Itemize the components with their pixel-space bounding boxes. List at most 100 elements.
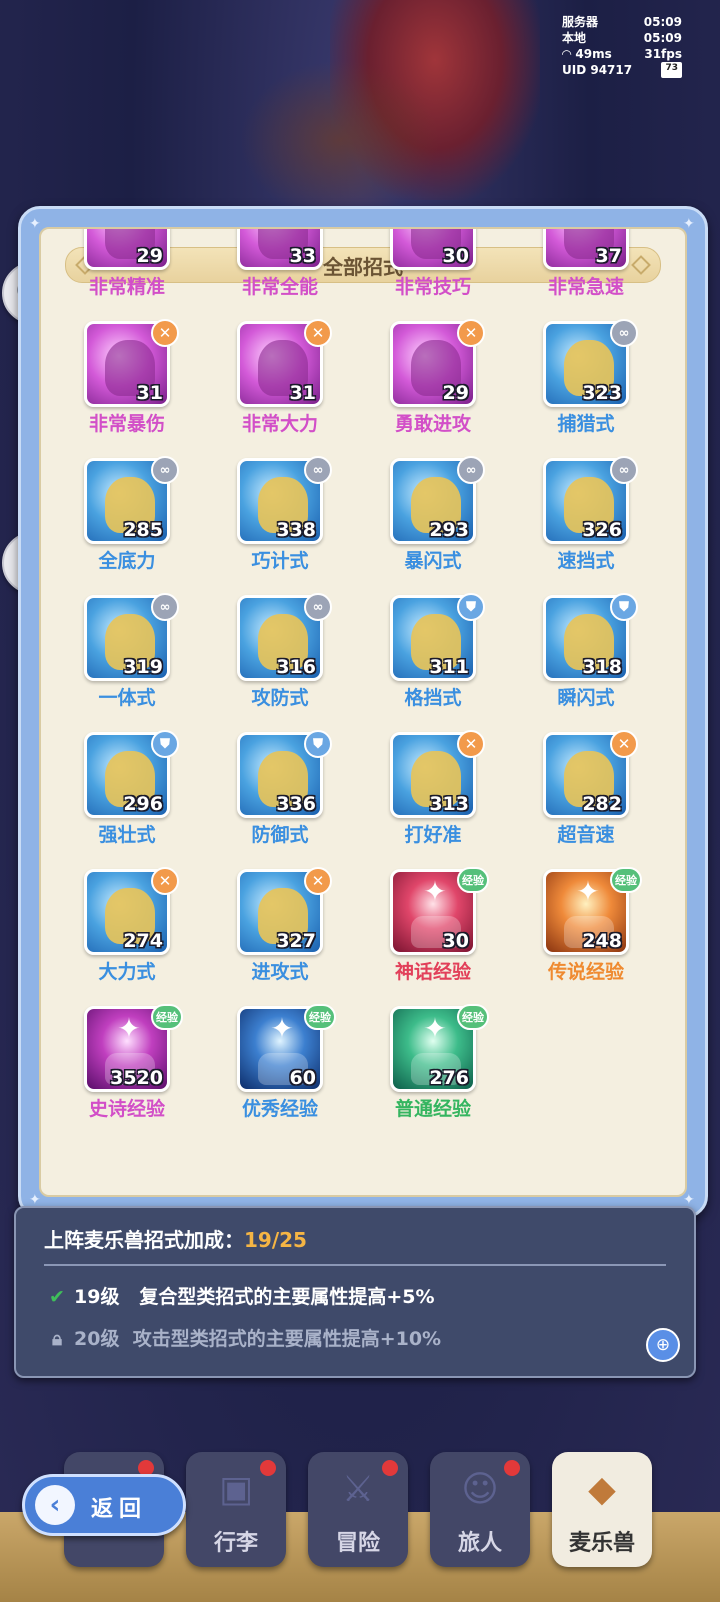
fps-value: 31fps: [644, 47, 682, 61]
move-label: 一体式: [98, 687, 156, 709]
bonus-title: 上阵麦乐兽招式加成：: [44, 1228, 244, 1252]
tab-label: 麦乐兽: [568, 1531, 635, 1556]
exp-tag: 经验: [457, 867, 489, 893]
move-item[interactable]: 31 ✕ 非常大力: [230, 319, 332, 441]
move-icon: 29: [84, 229, 170, 270]
move-label: 优秀经验: [241, 1098, 318, 1120]
close-icon: ✕: [151, 867, 179, 895]
tab-adventure[interactable]: ⚔ 冒险: [308, 1452, 408, 1567]
move-label: 打好准: [404, 824, 462, 846]
close-icon: ✕: [151, 319, 179, 347]
alert-dot: [260, 1460, 276, 1476]
move-value: 285: [123, 519, 163, 541]
move-label: 进攻式: [251, 961, 309, 983]
exp-tag: 经验: [457, 1004, 489, 1030]
zoom-icon[interactable]: ⊕: [646, 1328, 680, 1362]
move-item[interactable]: 316 ∞ 攻防式: [230, 593, 332, 715]
close-icon: ✕: [610, 730, 638, 758]
close-icon: ✕: [457, 730, 485, 758]
sparkle-icon: ✦: [423, 875, 447, 908]
move-label: 勇敢进攻: [394, 413, 471, 435]
move-value: 60: [289, 1067, 316, 1089]
move-value: 33: [289, 245, 316, 267]
link-icon: ∞: [610, 319, 638, 347]
shield-icon: ⛊: [151, 730, 179, 758]
check-icon: ✔: [49, 1286, 65, 1308]
local-label: 本地: [562, 31, 587, 45]
move-icon: 30: [390, 229, 476, 270]
move-value: 31: [289, 382, 316, 404]
move-label: 瞬闪式: [557, 687, 615, 709]
sparkle-icon: ✦: [423, 1012, 447, 1045]
move-item[interactable]: 274 ✕ 大力式: [77, 867, 179, 989]
move-item[interactable]: 30 非常技巧: [383, 229, 483, 304]
move-item[interactable]: 29 ✕ 勇敢进攻: [383, 319, 485, 441]
move-item[interactable]: 311 ⛊ 格挡式: [383, 593, 485, 715]
background-creature: [240, 60, 440, 220]
move-label: 捕猎式: [557, 413, 615, 435]
server-label: 服务器: [562, 15, 599, 29]
tab-label: 冒险: [335, 1531, 380, 1556]
move-item[interactable]: 327 ✕ 进攻式: [230, 867, 332, 989]
uid-value: UID 94717: [562, 63, 633, 77]
back-button[interactable]: ‹ 返回: [22, 1474, 186, 1536]
alert-dot: [504, 1460, 520, 1476]
move-value: 276: [429, 1067, 469, 1089]
tab-traveler[interactable]: ☺ 旅人: [430, 1452, 530, 1567]
shield-icon: ⛊: [457, 593, 485, 621]
move-item[interactable]: 323 ∞ 捕猎式: [536, 319, 638, 441]
move-item[interactable]: 293 ∞ 暴闪式: [383, 456, 485, 578]
tab-creatures[interactable]: ◆ 麦乐兽: [552, 1452, 652, 1567]
move-item[interactable]: 29 非常精准: [77, 229, 177, 304]
battery-icon: 73: [661, 62, 682, 78]
move-item[interactable]: 31 ✕ 非常暴伤: [77, 319, 179, 441]
move-item[interactable]: 282 ✕ 超音速: [536, 730, 638, 852]
tab-luggage[interactable]: ▣ 行李: [186, 1452, 286, 1567]
move-item[interactable]: 326 ∞ 速挡式: [536, 456, 638, 578]
all-moves-panel: ✦ ✦ ✦ ✦ 全部招式 29 非常精准 33 非常全能 30 非常技巧 37 非常急速 31 ✕…: [18, 206, 708, 1218]
link-icon: ∞: [151, 593, 179, 621]
move-item[interactable]: ✦ 60 经验 优秀经验: [230, 1004, 336, 1126]
move-value: 326: [582, 519, 622, 541]
move-item[interactable]: 296 ⛊ 强壮式: [77, 730, 179, 852]
move-icon: 33: [237, 229, 323, 270]
move-label: 非常暴伤: [88, 413, 165, 435]
move-item[interactable]: ✦ 3520 经验 史诗经验: [77, 1004, 183, 1126]
move-item[interactable]: 319 ∞ 一体式: [77, 593, 179, 715]
exp-tag: 经验: [610, 867, 642, 893]
tier-text: 复合型类招式的主要属性提高+5%: [139, 1286, 435, 1308]
move-item[interactable]: 37 非常急速: [536, 229, 636, 304]
lock-icon: 🔒︎: [51, 1328, 63, 1350]
move-value: 29: [442, 382, 469, 404]
move-value: 336: [276, 793, 316, 815]
move-item[interactable]: 336 ⛊ 防御式: [230, 730, 332, 852]
move-item[interactable]: 33 非常全能: [230, 229, 330, 304]
bonus-heading: 上阵麦乐兽招式加成：19/25: [44, 1224, 307, 1253]
crossed-swords-icon: ⚔: [341, 1469, 375, 1510]
corner-star-icon: ✦: [683, 1192, 695, 1208]
move-value: 318: [582, 656, 622, 678]
move-label: 格挡式: [404, 687, 462, 709]
sparkle-icon: ✦: [117, 1012, 141, 1045]
move-item[interactable]: 318 ⛊ 瞬闪式: [536, 593, 638, 715]
move-item[interactable]: ✦ 30 经验 神话经验: [383, 867, 489, 989]
moves-scroll-area[interactable]: 全部招式 29 非常精准 33 非常全能 30 非常技巧 37 非常急速 31 ✕ 非常暴伤 31 ✕ 非…: [39, 227, 687, 1197]
move-value: 37: [595, 245, 622, 267]
move-label: 非常全能: [241, 276, 318, 298]
move-value: 316: [276, 656, 316, 678]
move-value: 311: [429, 656, 469, 678]
move-item[interactable]: ✦ 248 经验 传说经验: [536, 867, 642, 989]
move-value: 293: [429, 519, 469, 541]
move-item[interactable]: 285 ∞ 全底力: [77, 456, 179, 578]
link-icon: ∞: [151, 456, 179, 484]
move-label: 传说经验: [547, 961, 624, 983]
chest-icon: ▣: [218, 1469, 253, 1510]
move-item[interactable]: 313 ✕ 打好准: [383, 730, 485, 852]
move-item[interactable]: 338 ∞ 巧计式: [230, 456, 332, 578]
move-item[interactable]: ✦ 276 经验 普通经验: [383, 1004, 489, 1126]
move-label: 防御式: [251, 824, 309, 846]
move-value: 30: [442, 930, 469, 952]
move-value: 248: [582, 930, 622, 952]
move-value: 3520: [110, 1067, 163, 1089]
link-icon: ∞: [304, 593, 332, 621]
